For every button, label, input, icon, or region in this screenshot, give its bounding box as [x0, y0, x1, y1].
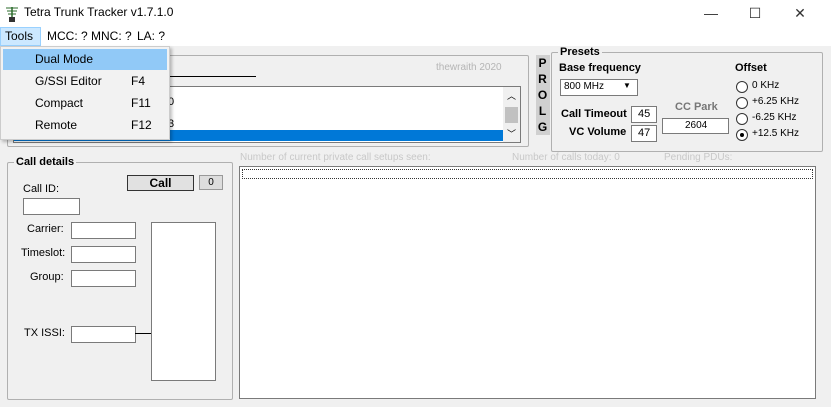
- menu-item-shortcut: F12: [131, 118, 152, 132]
- offset-radio-2[interactable]: [736, 113, 748, 125]
- offset-radio-3[interactable]: [736, 129, 748, 141]
- menu-item-dual-mode[interactable]: Dual Mode: [3, 49, 167, 70]
- menu-item-gssi-editor[interactable]: G/SSI Editor F4: [3, 71, 167, 92]
- carrier-label: Carrier:: [27, 223, 64, 235]
- tools-dropdown: Dual Mode G/SSI Editor F4 Compact F11 Re…: [0, 46, 170, 140]
- call-id-label: Call ID:: [23, 183, 60, 195]
- vc-volume-value: 47: [638, 127, 651, 139]
- base-frequency-value: 800 MHz: [564, 81, 605, 92]
- pending-pdus-label: Pending PDUs:: [664, 152, 733, 163]
- cc-park-value: 2604: [685, 120, 708, 131]
- scroll-thumb[interactable]: [505, 107, 518, 123]
- private-setups-label: Number of current private call setups se…: [240, 152, 431, 163]
- carrier-field[interactable]: [71, 222, 136, 239]
- minimize-button[interactable]: —: [688, 0, 734, 27]
- credit-label: thewraith 2020: [436, 62, 502, 73]
- call-counter: 0: [199, 175, 223, 190]
- offset-label: 0 KHz: [752, 80, 780, 91]
- offset-title: Offset: [735, 62, 767, 74]
- tx-issi-label: TX ISSI:: [24, 327, 65, 339]
- menu-item-label: G/SSI Editor: [35, 74, 102, 88]
- base-frequency-select[interactable]: 800 MHz ▼: [560, 79, 638, 96]
- group-field[interactable]: [71, 270, 136, 287]
- window-title: Tetra Trunk Tracker v1.7.1.0: [24, 5, 174, 19]
- menu-la[interactable]: LA: ?: [133, 27, 169, 46]
- calls-today-label: Number of calls today: 0: [512, 152, 620, 163]
- close-button[interactable]: ✕: [777, 0, 823, 27]
- menu-item-shortcut: F11: [131, 96, 151, 110]
- menu-item-label: Compact: [35, 96, 84, 110]
- scroll-up-icon[interactable]: ︿: [507, 89, 516, 102]
- vc-volume-label: VC Volume: [569, 126, 627, 138]
- title-bar: Tetra Trunk Tracker v1.7.1.0 — ☐ ✕: [0, 0, 831, 27]
- tx-issi-field[interactable]: [71, 326, 136, 343]
- offset-label: +12.5 KHz: [752, 128, 799, 139]
- menu-item-label: Dual Mode: [35, 52, 94, 66]
- call-id-field[interactable]: [23, 198, 80, 215]
- base-frequency-label: Base frequency: [559, 62, 641, 74]
- menu-mnc[interactable]: MNC: ?: [87, 27, 136, 46]
- prolg-strip: P R O L G: [536, 55, 550, 135]
- offset-label: +6.25 KHz: [752, 96, 799, 107]
- cc-park-label: CC Park: [675, 101, 718, 113]
- offset-radio-1[interactable]: [736, 97, 748, 109]
- r-button[interactable]: R: [536, 72, 549, 86]
- presets-title: Presets: [558, 46, 602, 58]
- menu-mcc[interactable]: MCC: ?: [43, 27, 92, 46]
- chevron-down-icon[interactable]: ▼: [623, 81, 631, 90]
- focused-log-row[interactable]: [242, 169, 813, 179]
- scroll-down-icon[interactable]: ﹀: [507, 127, 516, 140]
- group-label: Group:: [30, 271, 64, 283]
- call-button[interactable]: Call: [127, 175, 194, 191]
- g-button[interactable]: G: [536, 120, 549, 134]
- menu-item-shortcut: F4: [131, 74, 146, 88]
- offset-label: -6.25 KHz: [752, 112, 797, 123]
- menu-item-remote[interactable]: Remote F12: [3, 115, 167, 136]
- antenna-icon: [6, 7, 18, 22]
- menu-item-label: Remote: [35, 118, 78, 132]
- call-timeout-label: Call Timeout: [561, 108, 627, 120]
- timeslot-label: Timeslot:: [21, 247, 66, 259]
- vc-volume-input[interactable]: 47: [631, 125, 657, 142]
- l-button[interactable]: L: [536, 104, 549, 118]
- offset-radio-0[interactable]: [736, 81, 748, 93]
- menu-item-compact[interactable]: Compact F11: [3, 93, 167, 114]
- divider-line: [170, 76, 256, 77]
- o-button[interactable]: O: [536, 88, 549, 102]
- maximize-button[interactable]: ☐: [732, 0, 778, 27]
- log-panel[interactable]: [239, 166, 816, 399]
- call-timeout-value: 45: [638, 108, 651, 120]
- cc-park-input[interactable]: 2604: [662, 118, 729, 134]
- p-button[interactable]: P: [536, 56, 549, 70]
- list-scrollbar[interactable]: ︿ ﹀: [503, 87, 520, 142]
- call-timeout-input[interactable]: 45: [631, 106, 657, 123]
- timeslot-field[interactable]: [71, 246, 136, 263]
- call-info-panel[interactable]: [151, 222, 216, 381]
- connector-line: [135, 333, 151, 334]
- menu-tools[interactable]: Tools: [0, 27, 41, 46]
- call-details-title: Call details: [14, 156, 77, 168]
